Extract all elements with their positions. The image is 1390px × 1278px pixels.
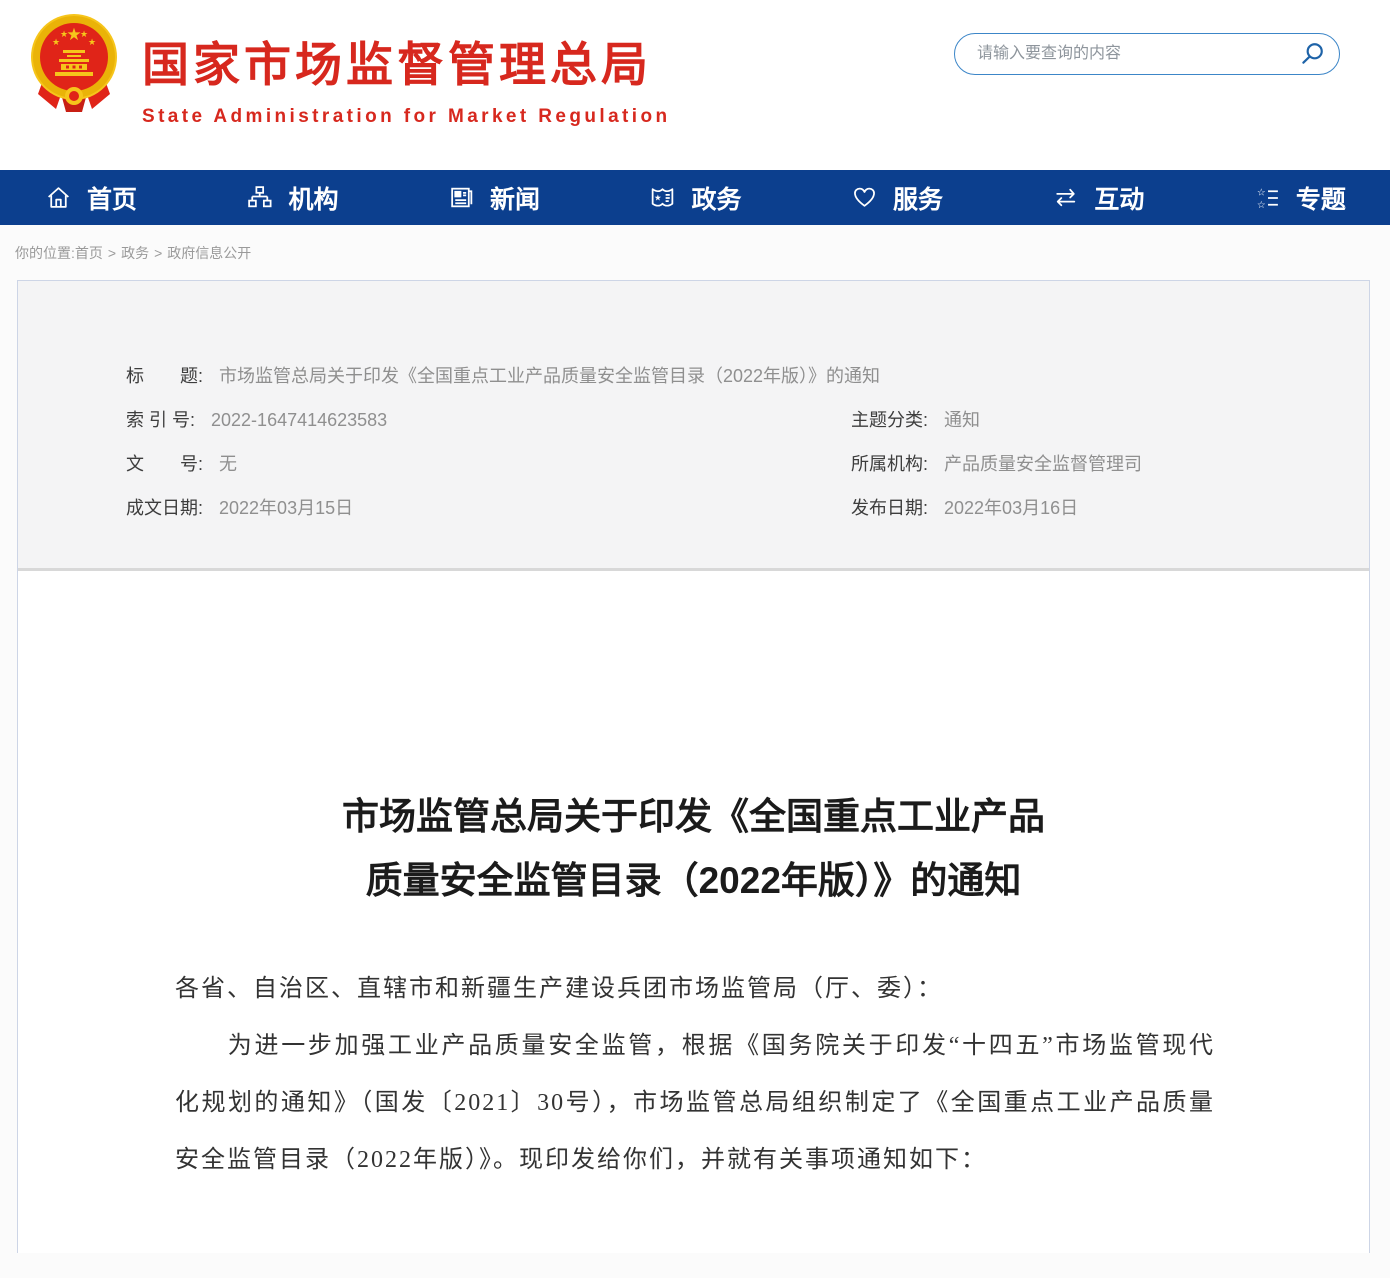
nav-item-organization[interactable]: 机构: [246, 180, 338, 216]
svg-text:☆: ☆: [1257, 200, 1266, 211]
breadcrumb: 你的位置: 首页 > 政务 > 政府信息公开: [0, 225, 1390, 280]
interact-icon: [1052, 184, 1079, 211]
meta-index-label: 索 引 号:: [126, 410, 195, 430]
meta-category-value: 通知: [944, 410, 980, 430]
svg-text:★: ★: [655, 193, 662, 203]
breadcrumb-separator: >: [108, 245, 116, 261]
document-container: 标 题: 市场监管总局关于印发《全国重点工业产品质量安全监管目录（2022年版）》…: [17, 280, 1370, 1253]
breadcrumb-separator: >: [154, 245, 162, 261]
meta-docnum-label: 文 号:: [126, 454, 203, 474]
main-nav: 首页 机构 新闻 ★: [0, 170, 1390, 225]
meta-written-date-value: 2022年03月15日: [219, 498, 353, 518]
meta-org-label: 所属机构:: [851, 454, 928, 474]
document-title: 市场监管总局关于印发《全国重点工业产品 质量安全监管目录（2022年版）》的通知: [18, 785, 1369, 913]
svg-text:★: ★: [60, 30, 68, 40]
nav-item-label: 互动: [1094, 180, 1144, 216]
nav-item-services[interactable]: 服务: [851, 180, 943, 216]
nav-item-label: 首页: [87, 180, 137, 216]
meta-row-index-number: 索 引 号: 2022-1647414623583: [126, 411, 851, 429]
meta-publish-date-value: 2022年03月16日: [944, 498, 1078, 518]
document-body-text: 各省、自治区、直辖市和新疆生产建设兵团市场监管局（厅、委）： 为进一步加强工业产…: [175, 961, 1215, 1189]
svg-text:★: ★: [52, 38, 60, 48]
national-emblem-logo: ★ ★ ★ ★ ★: [30, 12, 118, 116]
nav-item-topics[interactable]: ☆ ☆ 专题: [1254, 180, 1346, 216]
svg-text:★: ★: [80, 30, 88, 40]
search-icon: [1299, 41, 1325, 67]
document-paragraph-intro: 为进一步加强工业产品质量安全监管，根据《国务院关于印发“十四五”市场监管现代化规…: [175, 1018, 1215, 1189]
site-subtitle-en: State Administration for Market Regulati…: [142, 106, 670, 128]
meta-row-publish-date: 发布日期: 2022年03月16日: [851, 499, 1329, 517]
document-title-line1: 市场监管总局关于印发《全国重点工业产品: [342, 796, 1045, 837]
meta-index-value: 2022-1647414623583: [211, 410, 387, 430]
meta-row-title: 标 题: 市场监管总局关于印发《全国重点工业产品质量安全监管目录（2022年版）》…: [126, 367, 1329, 385]
nav-item-label: 政务: [691, 180, 741, 216]
meta-title-label: 标 题:: [126, 366, 203, 386]
heart-icon: [851, 184, 878, 211]
breadcrumb-prefix: 你的位置:: [15, 243, 75, 263]
document-metadata: 标 题: 市场监管总局关于印发《全国重点工业产品质量安全监管目录（2022年版）》…: [18, 281, 1369, 568]
nav-item-government[interactable]: ★ 政务: [649, 180, 741, 216]
document-body-section: 市场监管总局关于印发《全国重点工业产品 质量安全监管目录（2022年版）》的通知…: [18, 568, 1369, 1189]
nav-item-label: 新闻: [490, 180, 540, 216]
org-icon: [246, 184, 273, 211]
meta-written-date-label: 成文日期:: [126, 498, 203, 518]
breadcrumb-item-home[interactable]: 首页: [75, 243, 103, 263]
topics-icon: ☆ ☆: [1254, 184, 1281, 211]
nav-item-home[interactable]: 首页: [45, 180, 137, 216]
nav-item-interaction[interactable]: 互动: [1052, 180, 1144, 216]
meta-row-category: 主题分类: 通知: [851, 411, 1329, 429]
nav-item-news[interactable]: 新闻: [448, 180, 540, 216]
news-icon: [448, 184, 475, 211]
search-button[interactable]: [1293, 41, 1339, 67]
site-header: ★ ★ ★ ★ ★ 国家市场监督管理总局 State Administratio…: [0, 0, 1390, 170]
home-icon: [45, 184, 72, 211]
nav-item-label: 专题: [1296, 180, 1346, 216]
meta-row-issuing-org: 所属机构: 产品质量安全监督管理司: [851, 455, 1329, 473]
search-input[interactable]: [955, 35, 1293, 73]
meta-org-value: 产品质量安全监督管理司: [944, 454, 1142, 474]
svg-text:★: ★: [88, 38, 96, 48]
document-title-line2: 质量安全监管目录（2022年版）》的通知: [366, 860, 1022, 901]
document-paragraph-salutation: 各省、自治区、直辖市和新疆生产建设兵团市场监管局（厅、委）：: [175, 961, 1215, 1018]
meta-title-value: 市场监管总局关于印发《全国重点工业产品质量安全监管目录（2022年版）》的通知: [219, 366, 880, 386]
meta-docnum-value: 无: [219, 454, 237, 474]
meta-row-written-date: 成文日期: 2022年03月15日: [126, 499, 851, 517]
svg-text:☆: ☆: [1257, 187, 1266, 198]
meta-category-label: 主题分类:: [851, 410, 928, 430]
breadcrumb-item-info-disclosure[interactable]: 政府信息公开: [167, 243, 251, 263]
gov-icon: ★: [649, 184, 676, 211]
site-title: 国家市场监督管理总局: [142, 26, 670, 95]
meta-row-document-number: 文 号: 无: [126, 455, 851, 473]
breadcrumb-item-government[interactable]: 政务: [121, 243, 149, 263]
brand[interactable]: ★ ★ ★ ★ ★ 国家市场监督管理总局 State Administratio…: [30, 12, 670, 128]
nav-item-label: 服务: [893, 180, 943, 216]
search-box: [954, 33, 1340, 75]
nav-item-label: 机构: [288, 180, 338, 216]
meta-publish-date-label: 发布日期:: [851, 498, 928, 518]
